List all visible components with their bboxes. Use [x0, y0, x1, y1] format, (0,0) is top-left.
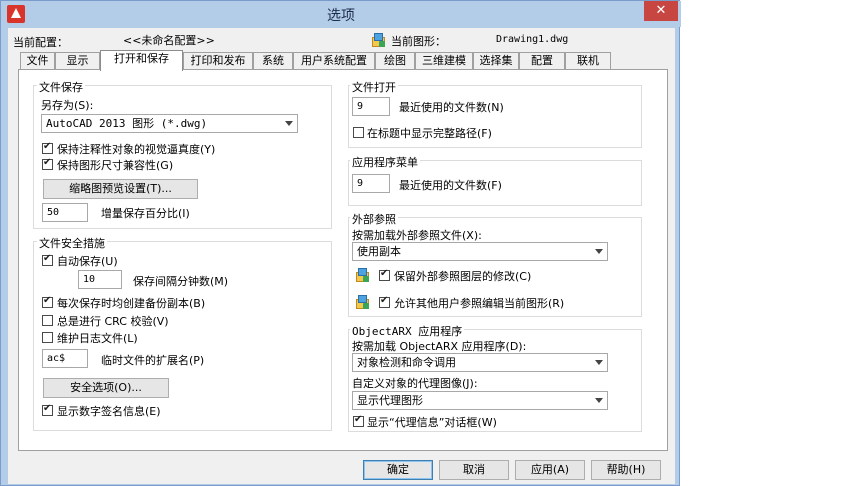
tab-display[interactable]: 显示 — [55, 52, 100, 70]
app-menu-recent-input[interactable]: 9 — [352, 174, 390, 193]
group-file-safety-label: 文件安全措施 — [37, 235, 107, 251]
tab-3d-modeling[interactable]: 三维建模 — [415, 52, 473, 70]
allow-refedit-checkbox[interactable] — [379, 295, 390, 308]
crc-check-label: 总是进行 CRC 校验(V) — [57, 315, 169, 328]
tab-plot-and-publish[interactable]: 打印和发布 — [183, 52, 253, 70]
proxy-image-label: 自定义对象的代理图像(J): — [352, 377, 478, 390]
arx-demand-load-select[interactable]: 对象检测和命令调用 — [352, 353, 608, 372]
incremental-save-label: 增量保存百分比(I) — [101, 207, 190, 220]
help-button[interactable]: 帮助(H) — [591, 460, 661, 480]
current-profile-value: <<未命名配置>> — [123, 34, 215, 47]
annotative-fidelity-checkbox[interactable] — [42, 141, 53, 154]
group-app-menu-label: 应用程序菜单 — [350, 154, 420, 170]
xref-edit-icon — [355, 294, 371, 310]
thumbnail-settings-button[interactable]: 缩略图预览设置(T)... — [43, 179, 198, 199]
tab-selection[interactable]: 选择集 — [473, 52, 519, 70]
annotative-fidelity-label: 保持注释性对象的视觉逼真度(Y) — [57, 143, 216, 156]
arx-demand-load-label: 按需加载 ObjectARX 应用程序(D): — [352, 340, 527, 353]
log-file-checkbox[interactable] — [42, 332, 53, 343]
chevron-down-icon — [595, 360, 603, 365]
chevron-down-icon — [595, 398, 603, 403]
proxy-image-select[interactable]: 显示代理图形 — [352, 391, 608, 410]
allow-refedit-label: 允许其他用户参照编辑当前图形(R) — [394, 297, 565, 310]
cancel-button[interactable]: 取消 — [439, 460, 509, 480]
log-file-label: 维护日志文件(L) — [57, 332, 138, 345]
temp-extension-label: 临时文件的扩展名(P) — [101, 354, 205, 367]
recent-files-label: 最近使用的文件数(N) — [399, 101, 504, 114]
full-path-title-label: 在标题中显示完整路径(F) — [367, 127, 492, 140]
autosave-label: 自动保存(U) — [57, 255, 118, 268]
ok-button[interactable]: 确定 — [363, 460, 433, 480]
digital-signature-label: 显示数字签名信息(E) — [57, 405, 161, 418]
saveas-select-value: AutoCAD 2013 图形 (*.dwg) — [46, 117, 208, 130]
tab-profiles[interactable]: 配置 — [519, 52, 565, 70]
saveas-select[interactable]: AutoCAD 2013 图形 (*.dwg) — [41, 114, 298, 133]
app-menu-recent-label: 最近使用的文件数(F) — [399, 179, 502, 192]
retain-xref-layer-checkbox[interactable] — [379, 268, 390, 281]
xref-demand-load-select[interactable]: 使用副本 — [352, 242, 608, 261]
autosave-minutes-input[interactable]: 10 — [78, 270, 122, 289]
security-options-button[interactable]: 安全选项(O)... — [43, 378, 169, 398]
autosave-checkbox[interactable] — [42, 253, 53, 266]
incremental-save-input[interactable]: 50 — [42, 203, 88, 222]
retain-xref-layer-label: 保留外部参照图层的修改(C) — [394, 270, 532, 283]
backup-copy-checkbox[interactable] — [42, 295, 53, 308]
close-button[interactable]: ✕ — [644, 1, 678, 21]
tab-panel-open-and-save: 文件保存 另存为(S): AutoCAD 2013 图形 (*.dwg) 保持注… — [18, 69, 668, 451]
tab-drafting[interactable]: 绘图 — [375, 52, 415, 70]
chevron-down-icon — [595, 249, 603, 254]
dialog-client: 当前配置： <<未命名配置>> 当前图形： Drawing1.dwg 文件 显示… — [8, 28, 675, 484]
xref-demand-load-label: 按需加载外部参照文件(X): — [352, 229, 482, 242]
group-objectarx-label: ObjectARX 应用程序 — [350, 323, 465, 339]
xref-layer-icon — [355, 267, 371, 283]
current-drawing-label: 当前图形： — [391, 35, 446, 48]
options-dialog: 选项 ✕ 当前配置： <<未命名配置>> 当前图形： Drawing1.dwg … — [0, 0, 681, 486]
proxy-info-dialog-label: 显示“代理信息”对话框(W) — [367, 416, 497, 429]
tab-online[interactable]: 联机 — [565, 52, 611, 70]
digital-signature-checkbox[interactable] — [42, 403, 53, 416]
title-bar: 选项 ✕ — [1, 1, 681, 27]
apply-button[interactable]: 应用(A) — [515, 460, 585, 480]
chevron-down-icon — [285, 121, 293, 126]
drawing-size-compat-label: 保持图形尺寸兼容性(G) — [57, 159, 174, 172]
tab-system[interactable]: 系统 — [253, 52, 293, 70]
tab-files[interactable]: 文件 — [20, 52, 55, 70]
current-profile-label: 当前配置： — [13, 36, 68, 49]
recent-files-input[interactable]: 9 — [352, 97, 390, 116]
saveas-label: 另存为(S): — [41, 99, 94, 112]
drawing-size-compat-checkbox[interactable] — [42, 157, 53, 170]
proxy-image-value: 显示代理图形 — [357, 394, 423, 407]
proxy-info-dialog-checkbox[interactable] — [353, 414, 364, 427]
group-file-open-label: 文件打开 — [350, 79, 398, 95]
crc-check-checkbox[interactable] — [42, 315, 53, 326]
full-path-title-checkbox[interactable] — [353, 127, 364, 138]
tab-user-preferences[interactable]: 用户系统配置 — [293, 52, 375, 70]
arx-demand-load-value: 对象检测和命令调用 — [357, 356, 456, 369]
group-file-save-label: 文件保存 — [37, 79, 85, 95]
temp-extension-input[interactable]: ac$ — [42, 349, 88, 368]
tab-open-and-save[interactable]: 打开和保存 — [100, 50, 183, 71]
group-xref-label: 外部参照 — [350, 211, 398, 227]
xref-demand-load-value: 使用副本 — [357, 245, 401, 258]
backup-copy-label: 每次保存时均创建备份副本(B) — [57, 297, 206, 310]
autosave-minutes-label: 保存间隔分钟数(M) — [133, 275, 229, 288]
window-title: 选项 — [327, 8, 355, 24]
drawing-file-icon — [371, 32, 387, 48]
current-drawing-value: Drawing1.dwg — [496, 34, 569, 45]
